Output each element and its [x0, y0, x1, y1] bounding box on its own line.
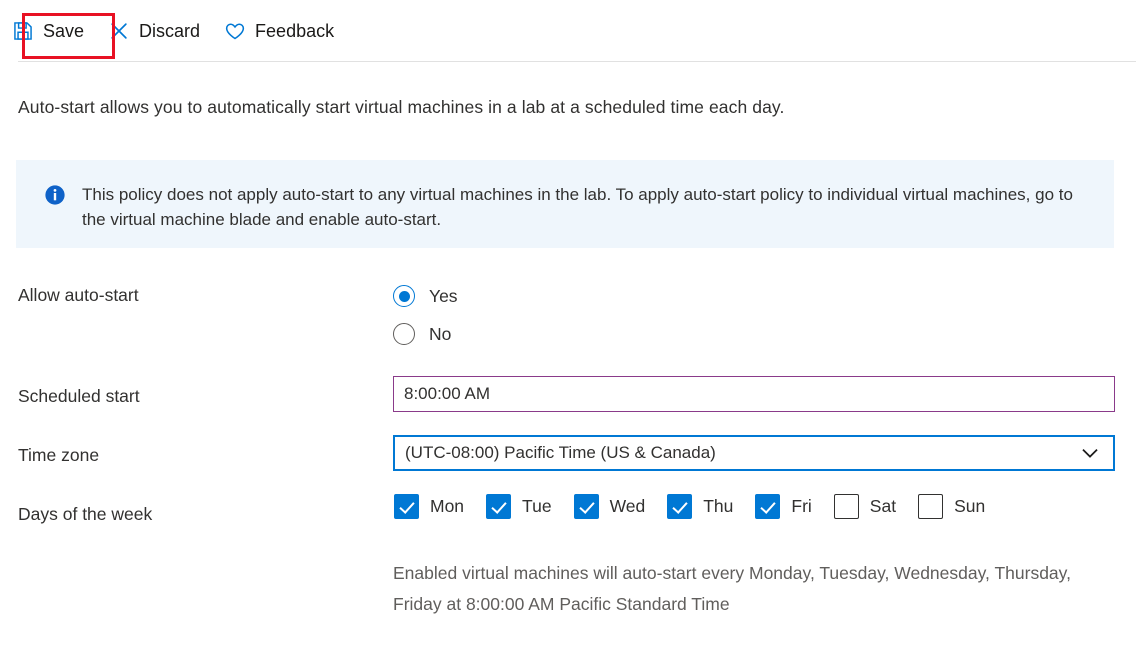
days-of-week-label: Days of the week — [18, 504, 152, 525]
scheduled-start-label: Scheduled start — [18, 386, 140, 407]
checkbox-mark-wed — [574, 494, 599, 519]
info-banner: This policy does not apply auto-start to… — [16, 160, 1114, 248]
day-label-thu: Thu — [703, 496, 733, 517]
info-circle-icon — [44, 184, 66, 206]
discard-button-label: Discard — [139, 22, 200, 40]
time-zone-select[interactable]: (UTC-08:00) Pacific Time (US & Canada) — [393, 435, 1115, 471]
day-label-sun: Sun — [954, 496, 985, 517]
schedule-summary-text: Enabled virtual machines will auto-start… — [393, 558, 1083, 619]
day-checkbox-fri[interactable]: Fri — [755, 494, 811, 519]
radio-option-yes[interactable]: Yes — [393, 277, 563, 315]
day-label-fri: Fri — [791, 496, 811, 517]
chevron-down-icon — [1079, 442, 1101, 464]
scheduled-start-input[interactable] — [393, 376, 1115, 412]
feedback-button-label: Feedback — [255, 22, 334, 40]
checkbox-mark-sat — [834, 494, 859, 519]
day-label-tue: Tue — [522, 496, 552, 517]
day-label-mon: Mon — [430, 496, 464, 517]
day-checkbox-mon[interactable]: Mon — [394, 494, 464, 519]
radio-mark-no — [393, 323, 415, 345]
heart-icon — [224, 20, 246, 42]
page-description: Auto-start allows you to automatically s… — [18, 97, 784, 118]
checkbox-mark-thu — [667, 494, 692, 519]
time-zone-selected-value: (UTC-08:00) Pacific Time (US & Canada) — [395, 443, 1079, 463]
day-checkbox-wed[interactable]: Wed — [574, 494, 646, 519]
allow-auto-start-label: Allow auto-start — [18, 285, 139, 306]
command-bar: Save Discard Feedback — [0, 0, 1146, 62]
discard-button[interactable]: Discard — [96, 11, 212, 51]
day-checkbox-thu[interactable]: Thu — [667, 494, 733, 519]
day-checkbox-sat[interactable]: Sat — [834, 494, 896, 519]
save-floppy-icon — [12, 20, 34, 42]
checkbox-mark-fri — [755, 494, 780, 519]
allow-auto-start-radio-group: Yes No — [393, 277, 563, 353]
feedback-button[interactable]: Feedback — [212, 11, 346, 51]
day-label-sat: Sat — [870, 496, 896, 517]
save-button[interactable]: Save — [0, 11, 96, 51]
checkbox-mark-sun — [918, 494, 943, 519]
day-checkbox-tue[interactable]: Tue — [486, 494, 552, 519]
radio-option-no[interactable]: No — [393, 315, 563, 353]
checkbox-mark-mon — [394, 494, 419, 519]
radio-label-yes: Yes — [429, 286, 458, 307]
day-checkbox-sun[interactable]: Sun — [918, 494, 985, 519]
radio-label-no: No — [429, 324, 451, 345]
save-button-label: Save — [43, 22, 84, 40]
info-banner-text: This policy does not apply auto-start to… — [82, 182, 1096, 232]
days-of-week-checkbox-group: Mon Tue Wed Thu Fri Sat Sun — [394, 494, 985, 519]
checkbox-mark-tue — [486, 494, 511, 519]
close-x-icon — [108, 20, 130, 42]
radio-mark-yes — [393, 285, 415, 307]
time-zone-label: Time zone — [18, 445, 99, 466]
day-label-wed: Wed — [610, 496, 646, 517]
